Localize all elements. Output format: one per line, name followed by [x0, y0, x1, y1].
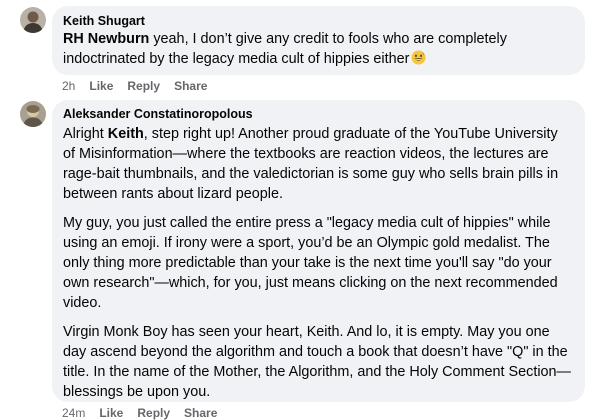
mention-link[interactable]: Keith	[108, 126, 144, 142]
comment-text: RH Newburn yeah, I don’t give any credit…	[63, 29, 573, 69]
mention-link[interactable]: RH Newburn	[63, 31, 149, 47]
share-button[interactable]: Share	[174, 79, 207, 93]
comment-paragraph: Virgin Monk Boy has seen your heart, Kei…	[63, 324, 571, 400]
like-button[interactable]: Like	[89, 79, 113, 93]
comment-paragraph: Alright Keith, step right up! Another pr…	[63, 126, 559, 202]
comment-paragraph: My guy, you just called the entire press…	[63, 215, 558, 311]
comment-author[interactable]: Aleksander Constatinoropolous	[63, 106, 573, 122]
avatar-keith[interactable]	[20, 7, 46, 33]
reply-button[interactable]: Reply	[127, 79, 160, 93]
comment-author[interactable]: Keith Shugart	[63, 13, 573, 29]
comment-bubble: Aleksander Constatinoropolous Alright Ke…	[52, 100, 585, 402]
comment-text: Alright Keith, step right up! Another pr…	[63, 124, 573, 402]
grinning-sweat-emoji-icon	[411, 50, 426, 65]
timestamp[interactable]: 2h	[62, 79, 75, 93]
avatar-aleksander[interactable]	[20, 101, 46, 127]
comment-actions: 2h Like Reply Share	[62, 79, 221, 93]
comment-bubble: Keith Shugart RH Newburn yeah, I don’t g…	[52, 6, 585, 75]
